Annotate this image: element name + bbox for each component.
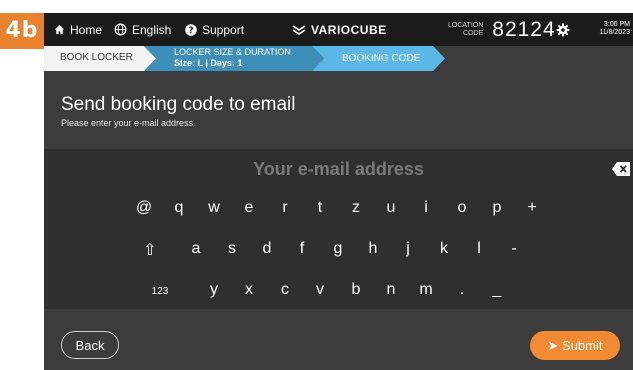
key-at[interactable]: @ bbox=[132, 199, 156, 217]
key-l[interactable]: l bbox=[467, 240, 491, 258]
key-plus[interactable]: + bbox=[520, 199, 544, 217]
page-title: Send booking code to email bbox=[61, 94, 296, 115]
key-a[interactable]: a bbox=[184, 240, 208, 258]
language-label: English bbox=[132, 22, 172, 37]
key-q[interactable]: q bbox=[167, 199, 191, 217]
key-m[interactable]: m bbox=[414, 281, 438, 299]
variocube-logo-icon bbox=[292, 24, 306, 35]
key-shift[interactable]: ⇧ bbox=[138, 240, 162, 260]
key-x[interactable]: x bbox=[237, 281, 261, 299]
key-w[interactable]: w bbox=[202, 199, 226, 217]
key-z[interactable]: z bbox=[344, 199, 368, 217]
key-v[interactable]: v bbox=[308, 281, 332, 299]
key-g[interactable]: g bbox=[326, 240, 350, 258]
breadcrumb-step-locker-size-title: LOCKER SIZE & DURATION bbox=[174, 47, 291, 57]
key-n[interactable]: n bbox=[379, 281, 403, 299]
support-link[interactable]: ? Support bbox=[185, 13, 244, 46]
date-text: 11/8/2023 bbox=[599, 29, 630, 36]
key-p[interactable]: p bbox=[485, 199, 509, 217]
key-i[interactable]: i bbox=[414, 199, 438, 217]
key-t[interactable]: t bbox=[308, 199, 332, 217]
help-icon: ? bbox=[185, 23, 197, 36]
location-code: 82124 bbox=[492, 17, 556, 41]
breadcrumb-step-locker-size-detail: Size: L | Days: 1 bbox=[174, 58, 243, 68]
support-label: Support bbox=[202, 22, 245, 37]
key-f[interactable]: f bbox=[290, 240, 314, 258]
key-j[interactable]: j bbox=[396, 240, 420, 258]
page-subtitle: Please enter your e-mail address. bbox=[61, 118, 196, 128]
gear-icon bbox=[556, 23, 570, 36]
key-d[interactable]: d bbox=[255, 240, 279, 258]
key-numbers[interactable]: 123 bbox=[148, 286, 172, 297]
location-code-display: LOCATION CODE 82124 bbox=[448, 13, 556, 46]
submit-button[interactable]: ➤ Submit bbox=[530, 331, 620, 360]
key-c[interactable]: c bbox=[273, 281, 297, 299]
brand-name: VARIOCUBE bbox=[311, 22, 387, 37]
home-label: Home bbox=[70, 22, 103, 37]
breadcrumb-step-booking-code: BOOKING CODE bbox=[342, 53, 421, 64]
breadcrumb: BOOK LOCKER LOCKER SIZE & DURATION Size:… bbox=[44, 46, 633, 71]
keyboard-panel: Your e-mail address @ q w e r t z u i o … bbox=[44, 149, 633, 309]
key-minus[interactable]: - bbox=[502, 240, 526, 258]
step-badge: 4b bbox=[0, 13, 44, 49]
location-label-line1: LOCATION bbox=[448, 21, 484, 29]
settings-button[interactable] bbox=[556, 13, 570, 46]
brand-logo: VARIOCUBE bbox=[292, 13, 387, 46]
email-input[interactable]: Your e-mail address bbox=[44, 159, 633, 180]
location-label-line2: CODE bbox=[463, 29, 484, 37]
key-y[interactable]: y bbox=[202, 281, 226, 299]
home-link[interactable]: Home bbox=[54, 13, 102, 46]
key-o[interactable]: o bbox=[450, 199, 474, 217]
backspace-clear-icon[interactable] bbox=[611, 161, 631, 177]
key-s[interactable]: s bbox=[220, 240, 244, 258]
key-e[interactable]: e bbox=[237, 199, 261, 217]
home-icon bbox=[54, 24, 65, 35]
globe-icon bbox=[114, 23, 127, 36]
key-u[interactable]: u bbox=[379, 199, 403, 217]
key-k[interactable]: k bbox=[432, 240, 456, 258]
key-b[interactable]: b bbox=[344, 281, 368, 299]
time-text: 3:06 PM bbox=[603, 21, 630, 28]
key-period[interactable]: . bbox=[450, 281, 474, 299]
language-selector[interactable]: English bbox=[114, 13, 171, 46]
key-h[interactable]: h bbox=[361, 240, 385, 258]
top-bar: Home English ? Support VARIOCUBE LOCATIO… bbox=[44, 13, 633, 46]
key-underscore[interactable]: _ bbox=[485, 281, 509, 299]
svg-text:?: ? bbox=[188, 26, 193, 36]
key-r[interactable]: r bbox=[273, 199, 297, 217]
breadcrumb-step-book-locker: BOOK LOCKER bbox=[60, 52, 133, 63]
kiosk-screen: Home English ? Support VARIOCUBE LOCATIO… bbox=[44, 13, 633, 370]
breadcrumb-step-locker-size: LOCKER SIZE & DURATION Size: L | Days: 1 bbox=[174, 47, 291, 69]
back-button[interactable]: Back bbox=[61, 331, 119, 359]
